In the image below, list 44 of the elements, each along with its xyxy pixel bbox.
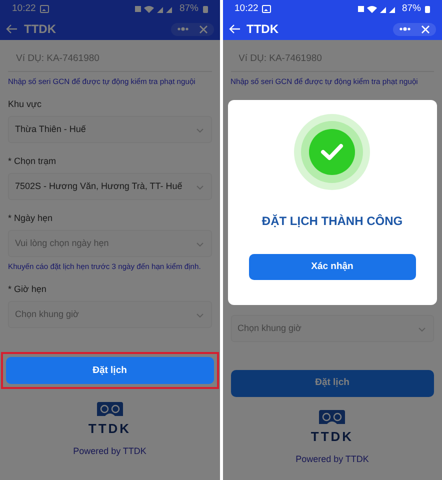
field-label: * Chọn trạm bbox=[8, 155, 58, 168]
app-title: TTDK bbox=[246, 21, 278, 38]
chevron-icon bbox=[417, 324, 427, 333]
submit-button[interactable]: Đặt lịch bbox=[6, 357, 214, 384]
powered-by-text: Powered by TTDK bbox=[296, 452, 369, 466]
confirm-button[interactable]: Xác nhận bbox=[248, 254, 416, 280]
chevron-icon bbox=[194, 310, 204, 319]
more-icon[interactable] bbox=[176, 27, 188, 31]
app-title: TTDK bbox=[24, 21, 56, 38]
status-time: 10:22 bbox=[12, 2, 36, 16]
battery-level: 87% bbox=[179, 2, 198, 16]
battery-level: 87% bbox=[402, 2, 421, 16]
more-icon[interactable] bbox=[399, 27, 411, 31]
logo-icon bbox=[96, 401, 123, 418]
image-icon bbox=[262, 5, 272, 13]
field-label: Khu vực bbox=[8, 98, 43, 110]
logo-text: TTDK bbox=[310, 428, 354, 446]
battery-icon bbox=[202, 5, 208, 13]
image-icon bbox=[40, 5, 49, 13]
close-icon[interactable] bbox=[198, 24, 208, 34]
chevron-icon bbox=[194, 240, 204, 248]
field-label: * Giờ hẹn bbox=[8, 283, 48, 296]
signal-icon bbox=[358, 5, 398, 13]
serial-field[interactable]: Ví DỤ: KA-7461980 bbox=[230, 46, 434, 72]
battery-icon bbox=[425, 5, 430, 13]
back-icon[interactable] bbox=[228, 24, 240, 34]
select-field[interactable]: Thừa Thiên - Huế bbox=[8, 116, 212, 144]
dialog-title: ĐẶT LỊCH THÀNH CÔNG bbox=[262, 213, 403, 230]
select-field[interactable]: Vui lòng chọn ngày hẹn bbox=[8, 230, 212, 258]
back-icon[interactable] bbox=[6, 24, 18, 34]
success-icon bbox=[292, 112, 372, 192]
chevron-icon bbox=[194, 126, 204, 134]
logo-icon bbox=[319, 409, 346, 426]
powered-by-text: Powered by TTDK bbox=[73, 444, 146, 458]
select-field[interactable]: 7502S - Hương Văn, Hương Trà, TT- Huế bbox=[8, 173, 212, 200]
select-field[interactable]: Chọn khung giờ bbox=[8, 301, 212, 328]
submit-button[interactable]: Đặt lịch bbox=[230, 370, 434, 398]
close-icon[interactable] bbox=[421, 24, 430, 34]
logo-text: TTDK bbox=[88, 420, 132, 438]
serial-field[interactable]: Ví DỤ: KA-7461980 bbox=[8, 46, 212, 72]
select-field[interactable]: Chọn khung giờ bbox=[230, 315, 434, 342]
status-time: 10:22 bbox=[234, 2, 258, 16]
field-label: * Ngày hẹn bbox=[8, 212, 54, 224]
chevron-icon bbox=[194, 182, 204, 191]
